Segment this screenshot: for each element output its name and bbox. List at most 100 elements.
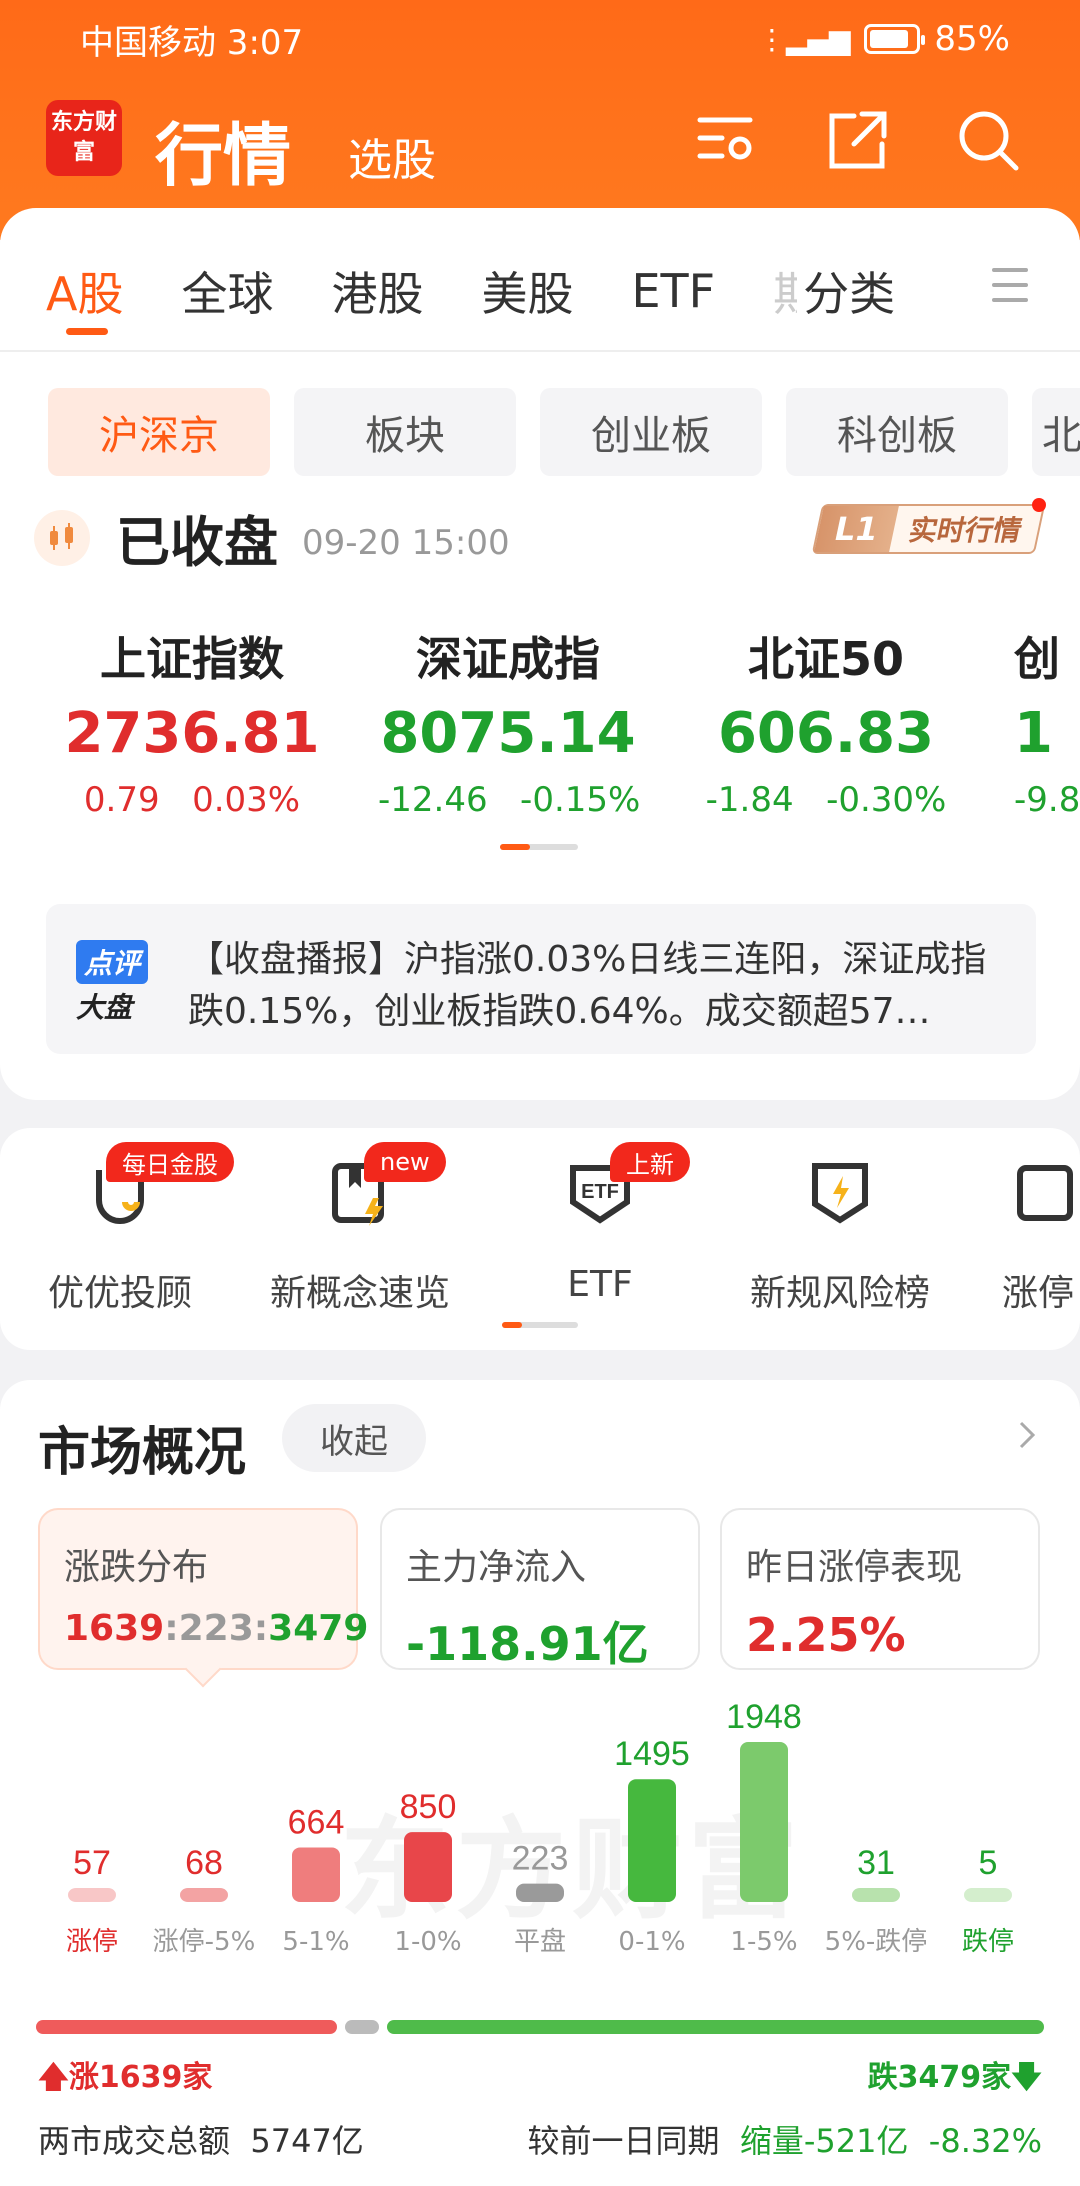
tools-pager [502,1322,578,1328]
stock-picker-tab[interactable]: 选股 [348,124,436,188]
tab-category[interactable]: 分类 [803,258,895,324]
lightning-shield-icon [812,1163,868,1224]
index-chinext[interactable]: 创 1 -9.8 [1014,623,1080,820]
close-time: 09-20 15:00 [302,522,510,563]
signal-icon: ⋮▂▄▆ [757,22,851,56]
distribution-bar [740,1742,788,1902]
svg-text:ETF: ETF [581,1181,619,1203]
index-change: 0.79 0.03% [83,780,301,820]
net-inflow-box[interactable]: 主力净流入 -118.91亿 [380,1508,700,1671]
index-change: -1.84 -0.30% [705,780,947,820]
app-header: 中国移动 3:07 ⋮▂▄▆ 85% 东方财富 行情 选股 [0,0,1080,240]
bar-category-label: 1-0% [394,1927,461,1957]
limit-up-performance-box[interactable]: 昨日涨停表现 2.25% [720,1508,1040,1670]
box-title: 昨日涨停表现 [746,1547,963,1588]
index-value: 606.83 [717,701,935,766]
bar-value-label: 223 [512,1840,569,1878]
pill-beijing[interactable]: 北 [1032,388,1080,476]
commentary-badge: 点评 大盘 [76,940,160,1024]
bar-category-label: 跌停 [962,1927,1014,1957]
tool-limit-up[interactable]: 涨停 [980,1158,1080,1316]
turnover-total: 两市成交总额 5747亿 [38,2122,364,2160]
status-icons: ⋮▂▄▆ 85% [758,19,1010,59]
distribution-bar [292,1847,340,1902]
bar-value-label: 1948 [726,1698,802,1736]
market-status: 已收盘 09-20 15:00 [34,498,510,577]
tool-new-concepts[interactable]: 新概念速览 [260,1158,460,1316]
down-count: 跌3479家🡇 [867,2060,1042,2095]
l1-label: L1 [814,506,899,552]
index-name: 上证指数 [100,632,284,686]
settings-list-icon[interactable] [694,108,758,172]
market-commentary[interactable]: 点评 大盘 【收盘播报】沪指涨0.03%日线三连阳，深证成指跌0.15%，创业板… [46,904,1036,1054]
quotes-card: A股 全球 港股 美股 ETF 期 分类 沪深京 板块 创业板 科创板 北 已收… [0,208,1080,1100]
tab-global[interactable]: 全球 [181,258,273,324]
box-title: 涨跌分布 [64,1547,209,1588]
index-value: 1 [1014,701,1053,766]
battery-icon [864,24,926,54]
distribution-bar [516,1883,564,1902]
tab-divider [0,350,1080,352]
bar-value-label: 664 [288,1803,345,1841]
realtime-quote-badge[interactable]: L1 实时行情 [812,504,1046,554]
distribution-bar [404,1832,452,1902]
page-title: 行情 [155,117,292,196]
distribution-bar [68,1888,116,1902]
bar-category-label: 5%-跌停 [825,1927,928,1957]
box-title: 主力净流入 [406,1547,587,1588]
pill-star-market[interactable]: 科创板 [786,388,1008,476]
market-closed-label: 已收盘 [116,511,278,574]
pill-sectors[interactable]: 板块 [294,388,516,476]
chevron-right-icon[interactable] [1012,1420,1042,1450]
pill-shanghai-shenzhen-beijing[interactable]: 沪深京 [48,388,270,476]
menu-icon[interactable] [992,268,1028,302]
turnover-compare: 较前一日同期 缩量-521亿 -8.32% [527,2122,1042,2160]
tab-a-share[interactable]: A股 [46,258,123,335]
pill-chinext[interactable]: 创业板 [540,388,762,476]
tab-futures[interactable]: 期 [773,258,797,324]
collapse-button[interactable]: 收起 [282,1404,426,1472]
bar-category-label: 0-1% [618,1927,685,1957]
updown-distribution-chart: 57 涨停 68 涨停-5% 664 5-1% 850 1-0% 223 平盘 1495 0-1% 19… [66,1698,1014,1957]
sub-market-pills: 沪深京 板块 创业板 科创板 北 [48,388,1080,476]
bar-category-label: 涨停 [66,1927,118,1957]
distribution-bar [180,1888,228,1902]
limit-up-performance-value: 2.25% [746,1608,906,1662]
bar-value-label: 31 [857,1844,895,1882]
up-count: 🡅涨1639家 [38,2060,213,2095]
market-tabs: A股 全球 港股 美股 ETF 期 分类 [46,258,953,335]
tag-new: new [364,1142,446,1182]
bar-category-label: 5-1% [282,1927,349,1957]
updown-ratio: 1639:223:3479 [64,1608,369,1649]
index-bse50[interactable]: 北证50 606.83 -1.84 -0.30% [696,623,956,820]
tag-new-listing: 上新 [610,1142,690,1182]
tag-daily-pick: 每日金股 [106,1142,234,1182]
distribution-bar [628,1779,676,1902]
realtime-label: 实时行情 [906,514,1026,547]
index-sse[interactable]: 上证指数 2736.81 0.79 0.03% [62,623,322,820]
commentary-text: 【收盘播报】沪指涨0.03%日线三连阳，深证成指跌0.15%，创业板指跌0.64… [188,939,987,1032]
bar-value-label: 57 [73,1844,111,1882]
carrier-time: 中国移动 3:07 [80,22,304,63]
distribution-bar [964,1888,1012,1902]
updown-distribution-box[interactable]: 涨跌分布 1639:223:3479 [38,1508,369,1670]
index-szse[interactable]: 深证成指 8075.14 -12.46 -0.15% [378,623,641,820]
index-name: 创 [1014,632,1060,686]
distribution-bar [852,1888,900,1902]
index-value: 2736.81 [64,701,320,766]
tab-hk[interactable]: 港股 [331,258,423,324]
tab-us[interactable]: 美股 [481,258,573,324]
tab-etf[interactable]: ETF [631,264,715,318]
bar-value-label: 68 [185,1844,223,1882]
limit-up-icon [1017,1165,1073,1221]
notification-dot [1032,498,1046,512]
battery-percent: 85% [934,19,1010,59]
candlestick-icon [34,509,90,566]
bar-value-label: 850 [400,1788,457,1826]
tool-risk-ranking[interactable]: 新规风险榜 [740,1158,940,1316]
share-icon[interactable] [826,108,890,172]
market-overview-card: 市场概况 收起 涨跌分布 1639:223:3479 主力净流入 -118.91… [0,1380,1080,2186]
index-change: -12.46 -0.15% [378,780,641,820]
overview-title: 市场概况 [38,1423,247,1483]
search-icon[interactable] [956,108,1020,172]
